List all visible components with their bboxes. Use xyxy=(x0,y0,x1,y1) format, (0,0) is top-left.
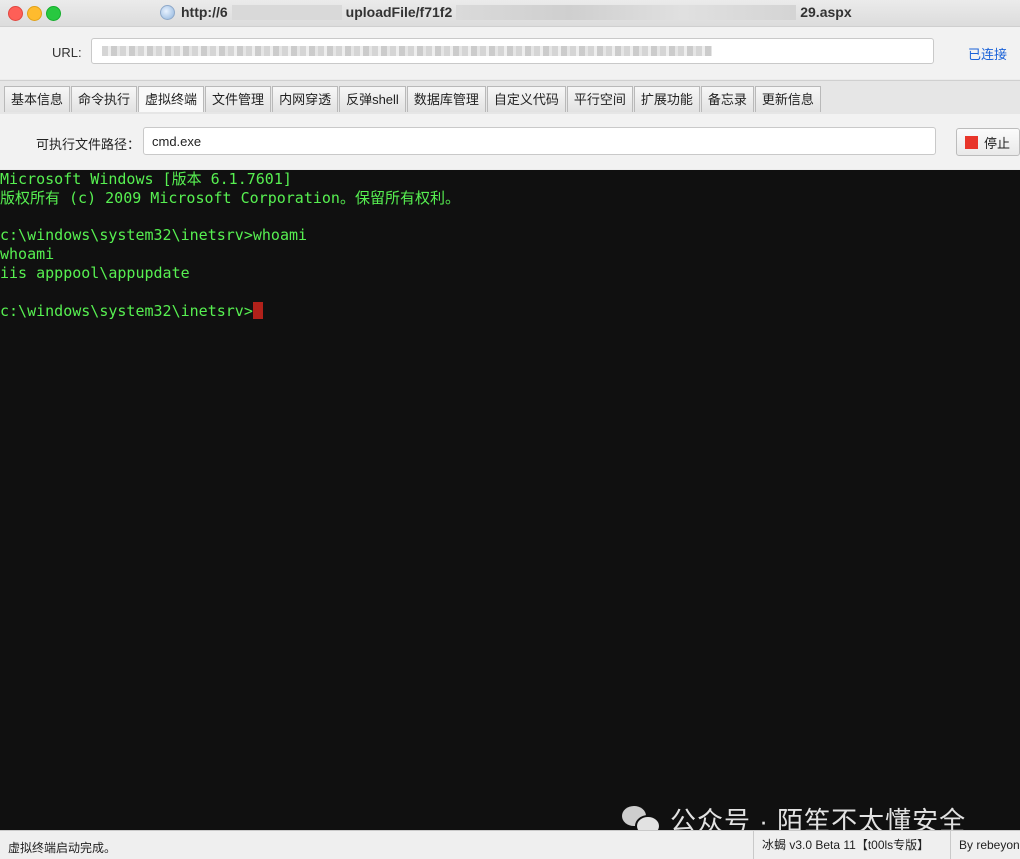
terminal-line: c:\windows\system32\inetsrv>whoami xyxy=(0,226,308,245)
redacted-url xyxy=(102,46,712,56)
exec-path-input[interactable] xyxy=(143,127,936,155)
tabs: 基本信息 命令执行 虚拟终端 文件管理 内网穿透 反弹shell 数据库管理 自定义代码 平行空… xyxy=(4,86,822,112)
tab-bar: 基本信息 命令执行 虚拟终端 文件管理 内网穿透 反弹shell 数据库管理 自定义代码 平行空… xyxy=(0,80,1020,115)
tab-8[interactable]: 平行空间 xyxy=(566,86,633,112)
exec-path-label: 可执行文件路径： xyxy=(36,137,141,152)
status-message: 虚拟终端启动完成。 xyxy=(8,841,117,855)
tab-2[interactable]: 虚拟终端 xyxy=(138,86,205,112)
status-bar: 虚拟终端启动完成。 冰蝎 v3.0 Beta 11【t00ls专版】 By re… xyxy=(0,830,1020,859)
terminal-cursor xyxy=(252,301,263,319)
tab-4[interactable]: 内网穿透 xyxy=(272,86,339,112)
tab-9[interactable]: 扩展功能 xyxy=(633,86,700,112)
stop-button-label: 停止 xyxy=(984,135,1011,151)
terminal-line: Microsoft Windows [版本 6.1.7601] xyxy=(0,170,292,188)
terminal[interactable]: Microsoft Windows [版本 6.1.7601] 版权所有 (c)… xyxy=(0,170,1020,830)
terminal-line: whoami xyxy=(0,245,55,264)
terminal-prompt-line: c:\windows\system32\inetsrv> xyxy=(0,301,1020,321)
url-label: URL: xyxy=(52,45,82,60)
url-input[interactable] xyxy=(91,38,934,64)
minimize-window-button[interactable] xyxy=(27,6,42,21)
terminal-prompt: c:\windows\system32\inetsrv> xyxy=(0,301,253,320)
tab-0[interactable]: 基本信息 xyxy=(4,86,71,112)
tab-1[interactable]: 命令执行 xyxy=(71,86,138,112)
tab-10[interactable]: 备忘录 xyxy=(700,86,754,112)
tab-11[interactable]: 更新信息 xyxy=(754,86,821,112)
stop-button[interactable]: 停止 xyxy=(956,128,1020,156)
app-window: http://6 uploadFile/f71f2 29.aspx URL: 已… xyxy=(0,0,1020,859)
terminal-line: iis apppool\appupdate xyxy=(0,263,190,282)
tab-6[interactable]: 数据库管理 xyxy=(406,86,486,112)
stop-icon xyxy=(965,135,978,149)
redacted-host xyxy=(231,4,342,20)
author-info: By rebeyond xyxy=(950,831,1020,859)
connection-status[interactable]: 已连接 xyxy=(968,44,1007,63)
globe-icon xyxy=(160,4,175,20)
tab-5[interactable]: 反弹shell xyxy=(339,86,406,112)
terminal-line: 版权所有 (c) 2009 Microsoft Corporation。保留所有… xyxy=(0,188,460,207)
tab-3[interactable]: 文件管理 xyxy=(205,86,272,112)
zoom-window-button[interactable] xyxy=(46,6,61,21)
tab-7[interactable]: 自定义代码 xyxy=(486,86,566,112)
window-title-suffix: 29.aspx xyxy=(800,4,852,20)
watermark: 公众号 · 陌笙不太懂安全 xyxy=(622,801,966,830)
exec-path-row: 可执行文件路径： 停止 xyxy=(0,114,1020,169)
wechat-icon xyxy=(622,804,661,830)
redacted-path xyxy=(456,4,797,20)
window-title-prefix: http://6 xyxy=(181,4,228,20)
close-window-button[interactable] xyxy=(8,6,23,21)
url-row: URL: 已连接 xyxy=(0,27,1020,79)
watermark-text: 公众号 · 陌笙不太懂安全 xyxy=(670,806,967,830)
title-bar: http://6 uploadFile/f71f2 29.aspx xyxy=(0,0,1020,27)
window-title-mid: uploadFile/f71f2 xyxy=(345,4,453,20)
window-title: http://6 uploadFile/f71f2 29.aspx xyxy=(160,4,880,20)
version-info: 冰蝎 v3.0 Beta 11【t00ls专版】 xyxy=(753,831,937,859)
